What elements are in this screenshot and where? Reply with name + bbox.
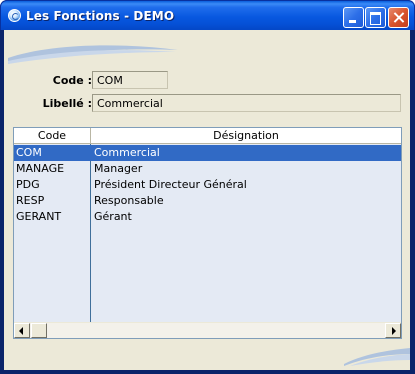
libelle-field[interactable]: Commercial bbox=[92, 94, 401, 112]
maximize-button[interactable] bbox=[365, 7, 386, 28]
horizontal-scrollbar[interactable] bbox=[14, 322, 401, 338]
cell-designation: Manager bbox=[94, 162, 143, 175]
cell-designation: Gérant bbox=[94, 210, 132, 223]
cell-code: RESP bbox=[16, 194, 45, 207]
title-bar[interactable]: Les Fonctions - DEMO bbox=[0, 0, 415, 30]
table-header: Code Désignation bbox=[14, 128, 401, 144]
cell-code: COM bbox=[16, 146, 42, 159]
fonctions-table[interactable]: Code Désignation COM Commercial MANAGE M… bbox=[13, 127, 402, 339]
cell-designation: Responsable bbox=[94, 194, 164, 207]
table-row[interactable]: MANAGE Manager bbox=[14, 161, 401, 177]
cell-code: GERANT bbox=[16, 210, 62, 223]
window-client-area: Code : COM Libellé : Commercial Code Dés… bbox=[4, 30, 410, 370]
libelle-label: Libellé : bbox=[42, 97, 92, 110]
scroll-left-button[interactable] bbox=[14, 323, 30, 338]
cell-designation: Président Directeur Général bbox=[94, 178, 247, 191]
cell-designation: Commercial bbox=[94, 146, 160, 159]
code-field[interactable]: COM bbox=[92, 71, 168, 89]
minimize-button[interactable] bbox=[343, 7, 364, 28]
scroll-right-button[interactable] bbox=[385, 323, 401, 338]
table-row[interactable]: RESP Responsable bbox=[14, 193, 401, 209]
app-icon[interactable] bbox=[8, 9, 21, 22]
window-title: Les Fonctions - DEMO bbox=[26, 9, 175, 23]
decorative-swoosh-top bbox=[8, 45, 178, 64]
column-header-code[interactable]: Code bbox=[14, 128, 91, 143]
close-button[interactable] bbox=[388, 7, 409, 28]
window: Les Fonctions - DEMO Code : COM Libellé … bbox=[0, 0, 415, 374]
arrow-left-icon bbox=[19, 327, 23, 335]
arrow-right-icon bbox=[392, 327, 396, 335]
cell-code: PDG bbox=[16, 178, 40, 191]
table-row[interactable]: COM Commercial bbox=[14, 145, 401, 161]
table-row[interactable]: GERANT Gérant bbox=[14, 209, 401, 225]
column-header-designation[interactable]: Désignation bbox=[91, 128, 401, 143]
code-label: Code : bbox=[52, 74, 92, 87]
scrollbar-thumb[interactable] bbox=[31, 323, 47, 338]
table-row[interactable]: PDG Président Directeur Général bbox=[14, 177, 401, 193]
decorative-swoosh-bottom bbox=[344, 348, 410, 366]
cell-code: MANAGE bbox=[16, 162, 65, 175]
